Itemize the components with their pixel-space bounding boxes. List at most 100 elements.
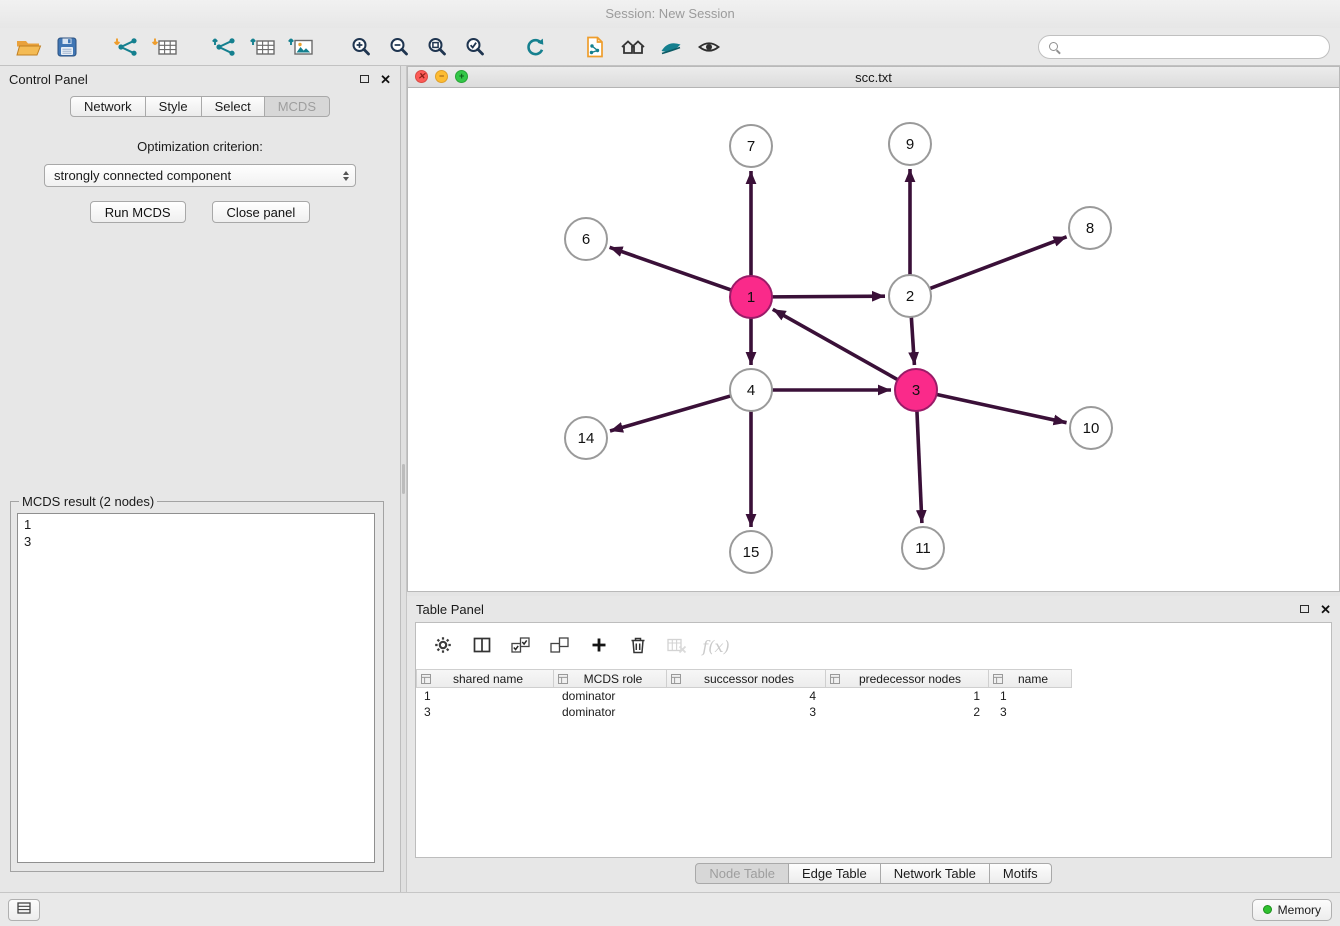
zoom-window-button[interactable]: + xyxy=(455,70,468,83)
graph-node-4[interactable]: 4 xyxy=(730,369,772,411)
graph-node-7[interactable]: 7 xyxy=(730,125,772,167)
table-tab-network-table[interactable]: Network Table xyxy=(880,863,990,884)
deselect-all-button[interactable] xyxy=(545,631,575,661)
close-panel-button[interactable]: Close panel xyxy=(212,201,311,223)
graph-edge-3-11[interactable] xyxy=(917,409,922,523)
columns-icon xyxy=(473,636,491,657)
table-tab-node-table[interactable]: Node Table xyxy=(695,863,789,884)
save-session-button[interactable] xyxy=(48,32,86,62)
svg-text:4: 4 xyxy=(747,382,755,399)
network-canvas[interactable]: 7 9 6 8 1 2 4 3 14 10 15 11 xyxy=(408,88,1339,591)
graph-node-10[interactable]: 10 xyxy=(1070,407,1112,449)
table-panel-header: Table Panel ✕ xyxy=(407,596,1340,622)
export-image-button[interactable] xyxy=(282,32,320,62)
memory-button[interactable]: Memory xyxy=(1252,899,1332,921)
svg-text:15: 15 xyxy=(743,544,760,561)
zoom-in-button[interactable] xyxy=(342,32,380,62)
minimize-window-button[interactable]: − xyxy=(435,70,448,83)
style-brush-button[interactable] xyxy=(652,32,690,62)
table-row[interactable]: 3dominator323 xyxy=(416,704,1331,720)
float-panel-icon[interactable] xyxy=(360,75,369,83)
svg-text:1: 1 xyxy=(747,289,755,306)
graph-node-3[interactable]: 3 xyxy=(895,369,937,411)
show-hide-panels-button[interactable] xyxy=(8,899,40,921)
search-box[interactable] xyxy=(1038,35,1330,59)
function-builder-icon: f(x) xyxy=(702,637,729,656)
column-options-icon[interactable] xyxy=(993,674,1003,684)
search-icon xyxy=(1049,42,1058,51)
mcds-result-title: MCDS result (2 nodes) xyxy=(19,494,157,509)
import-network-icon xyxy=(114,37,140,57)
open-session-icon xyxy=(16,37,42,57)
close-table-panel-icon[interactable]: ✕ xyxy=(1320,603,1331,616)
run-mcds-button[interactable]: Run MCDS xyxy=(90,201,186,223)
svg-text:11: 11 xyxy=(915,540,931,557)
search-input[interactable] xyxy=(1065,39,1319,54)
float-table-panel-icon[interactable] xyxy=(1300,605,1309,613)
graph-edge-2-3[interactable] xyxy=(911,315,914,365)
tab-network[interactable]: Network xyxy=(70,96,146,117)
table-cell: 3 xyxy=(992,705,1076,719)
column-options-icon[interactable] xyxy=(830,674,840,684)
graph-edge-4-14[interactable] xyxy=(610,395,733,431)
table-panel: Table Panel ✕ f(x) shared nameMCDS roles… xyxy=(407,596,1340,892)
open-session-button[interactable] xyxy=(10,32,48,62)
import-table-button[interactable] xyxy=(146,32,184,62)
close-panel-icon[interactable]: ✕ xyxy=(380,73,391,86)
export-table-button[interactable] xyxy=(244,32,282,62)
column-header-name[interactable]: name xyxy=(988,669,1072,688)
export-network-button[interactable] xyxy=(206,32,244,62)
delete-column-button[interactable] xyxy=(623,631,653,661)
graph-edge-2-8[interactable] xyxy=(928,237,1067,289)
close-window-icon: ✕ xyxy=(418,72,426,81)
column-header-successor-nodes[interactable]: successor nodes xyxy=(666,669,826,688)
graph-edge-3-10[interactable] xyxy=(935,394,1067,423)
tab-mcds[interactable]: MCDS xyxy=(264,96,330,117)
graph-node-14[interactable]: 14 xyxy=(565,417,607,459)
optimization-criterion-select[interactable]: strongly connected component xyxy=(44,164,356,187)
mcds-result-group: MCDS result (2 nodes) 13 xyxy=(10,494,384,872)
column-options-icon[interactable] xyxy=(558,674,568,684)
refresh-button[interactable] xyxy=(516,32,554,62)
zoom-out-icon xyxy=(389,37,409,57)
graph-edge-1-2[interactable] xyxy=(770,296,885,297)
zoom-out-button[interactable] xyxy=(380,32,418,62)
column-options-icon[interactable] xyxy=(671,674,681,684)
table-tab-motifs[interactable]: Motifs xyxy=(989,863,1052,884)
table-row[interactable]: 1dominator411 xyxy=(416,688,1331,704)
table-tab-edge-table[interactable]: Edge Table xyxy=(788,863,881,884)
overview-icon xyxy=(620,38,646,56)
tab-select[interactable]: Select xyxy=(201,96,265,117)
graph-node-8[interactable]: 8 xyxy=(1069,207,1111,249)
tab-style[interactable]: Style xyxy=(145,96,202,117)
column-header-MCDS-role[interactable]: MCDS role xyxy=(553,669,667,688)
graph-node-11[interactable]: 11 xyxy=(902,527,944,569)
column-header-predecessor-nodes[interactable]: predecessor nodes xyxy=(825,669,989,688)
zoom-selected-button[interactable] xyxy=(456,32,494,62)
zoom-fit-button[interactable] xyxy=(418,32,456,62)
gear-button[interactable] xyxy=(428,631,458,661)
import-table-icon xyxy=(152,37,178,57)
graph-node-1[interactable]: 1 xyxy=(730,276,772,318)
close-window-button[interactable]: ✕ xyxy=(415,70,428,83)
graph-node-15[interactable]: 15 xyxy=(730,531,772,573)
network-file-icon xyxy=(585,36,605,58)
graph-node-6[interactable]: 6 xyxy=(565,218,607,260)
graph-node-9[interactable]: 9 xyxy=(889,123,931,165)
select-all-button[interactable] xyxy=(506,631,536,661)
overview-button[interactable] xyxy=(614,32,652,62)
zoom-in-icon xyxy=(351,37,371,57)
network-file-button[interactable] xyxy=(576,32,614,62)
graph-edge-3-1[interactable] xyxy=(773,309,900,380)
import-network-button[interactable] xyxy=(108,32,146,62)
add-column-icon xyxy=(591,637,607,656)
graph-node-2[interactable]: 2 xyxy=(889,275,931,317)
columns-button[interactable] xyxy=(467,631,497,661)
column-header-shared-name[interactable]: shared name xyxy=(416,669,554,688)
column-options-icon[interactable] xyxy=(421,674,431,684)
eye-button[interactable] xyxy=(690,32,728,62)
mcds-result-list[interactable]: 13 xyxy=(17,513,375,863)
graph-edge-1-6[interactable] xyxy=(610,247,733,290)
memory-status-icon xyxy=(1263,905,1272,914)
add-column-button[interactable] xyxy=(584,631,614,661)
